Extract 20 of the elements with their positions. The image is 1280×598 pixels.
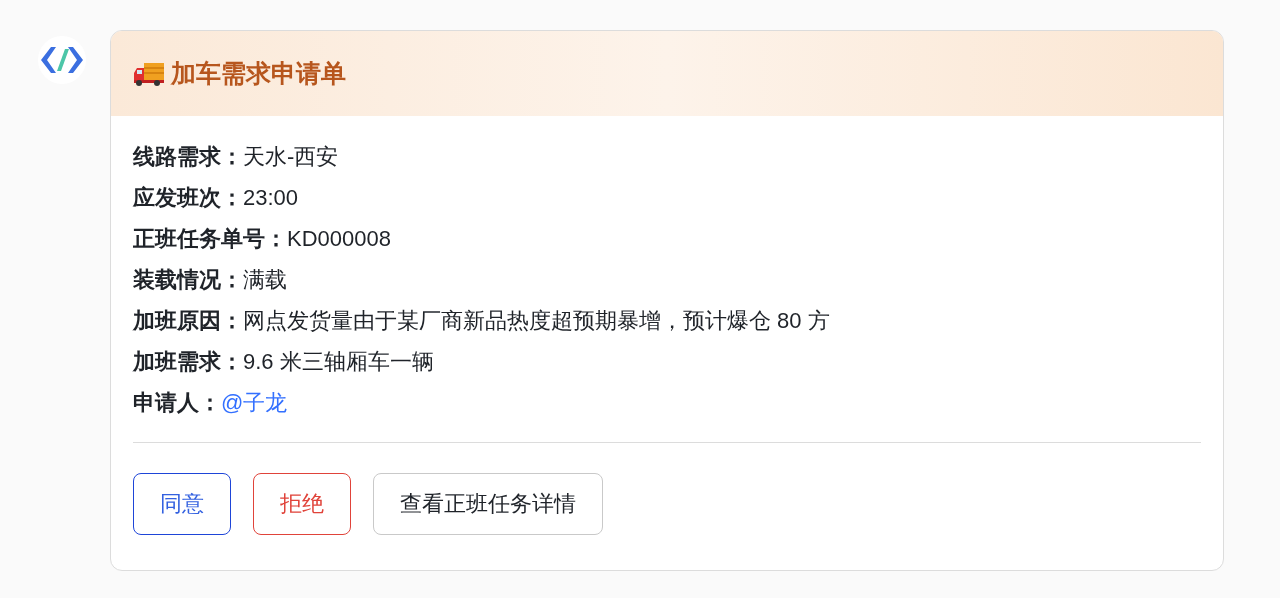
- code-brackets-icon: [39, 45, 85, 75]
- approve-button[interactable]: 同意: [133, 473, 231, 535]
- details-button[interactable]: 查看正班任务详情: [373, 473, 603, 535]
- field-label: 正班任务单号：: [133, 226, 287, 251]
- field-value: 天水-西安: [243, 144, 339, 169]
- field-value: 9.6 米三轴厢车一辆: [243, 349, 434, 374]
- field-label: 装载情况：: [133, 267, 243, 292]
- field-label: 申请人：: [133, 390, 221, 415]
- field-value: 满载: [243, 267, 287, 292]
- card-title: 加车需求申请单: [171, 58, 346, 89]
- field-value: KD000008: [287, 226, 391, 251]
- field-label: 加班需求：: [133, 349, 243, 374]
- field-label: 应发班次：: [133, 185, 243, 210]
- field-value: 23:00: [243, 185, 299, 210]
- field-label: 线路需求：: [133, 144, 243, 169]
- mention-link[interactable]: @子龙: [221, 390, 288, 415]
- field-label: 加班原因：: [133, 308, 243, 333]
- truck-icon: [133, 60, 165, 87]
- field-value: 网点发货量由于某厂商新品热度超预期暴增，预计爆仓 80 方: [243, 308, 830, 333]
- reject-button[interactable]: 拒绝: [253, 473, 351, 535]
